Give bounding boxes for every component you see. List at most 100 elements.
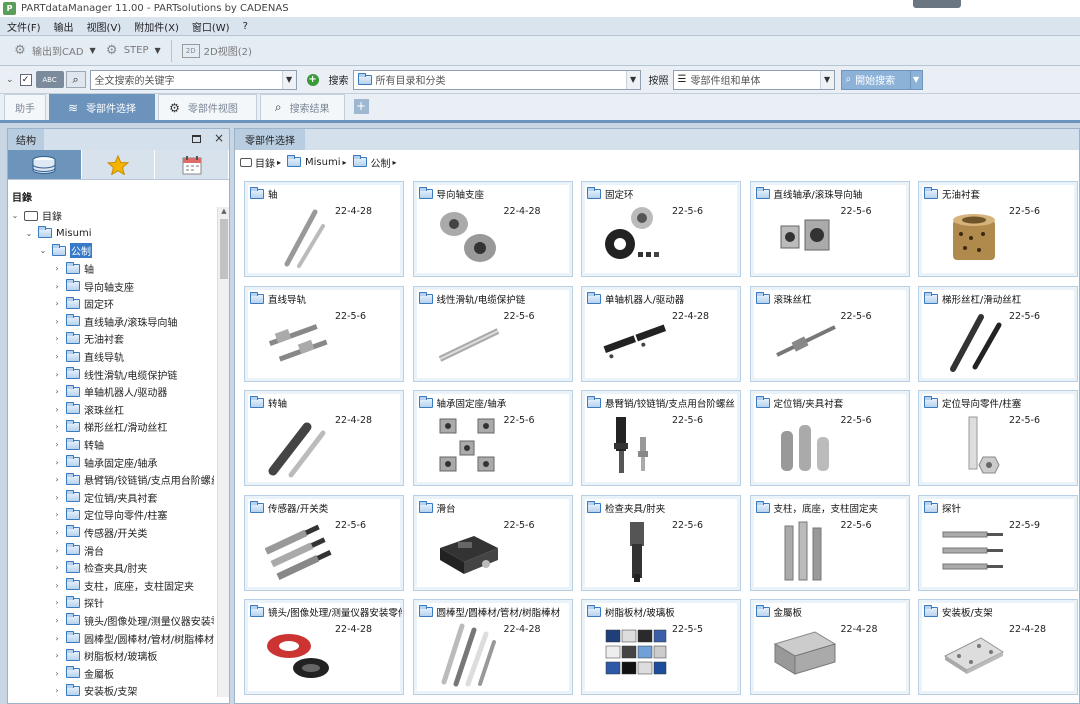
chevron-down-icon[interactable]: ▼ xyxy=(819,70,834,89)
abc-fulltext-toggle[interactable]: ABC xyxy=(35,71,64,88)
chevron-right-icon[interactable]: › xyxy=(52,405,62,414)
tree-item[interactable]: › 树脂板材/玻璃板 xyxy=(8,647,229,665)
part-card[interactable]: 定位导向零件/柱塞 22-5-6 xyxy=(918,390,1078,486)
chevron-right-icon[interactable]: › xyxy=(52,563,62,572)
view2d-button[interactable]: 2D 2D视图(2) xyxy=(178,39,256,63)
tree-item[interactable]: ⌄ 公制 xyxy=(8,242,229,260)
chevron-right-icon[interactable]: › xyxy=(52,264,62,273)
tree-item[interactable]: › 直线轴承/滚珠导向轴 xyxy=(8,313,229,331)
tree-item[interactable]: › 导向轴支座 xyxy=(8,277,229,295)
chevron-down-icon[interactable]: ▼ xyxy=(155,46,161,55)
tree-item[interactable]: › 金屬板 xyxy=(8,664,229,682)
part-card[interactable]: 单轴机器人/驱动器 22-4-28 xyxy=(581,285,741,382)
chevron-down-icon[interactable]: ⌄ xyxy=(38,246,48,255)
magnifier-icon[interactable]: ⌕ xyxy=(65,71,86,88)
chevron-down-icon[interactable]: ⌄ xyxy=(24,229,34,238)
chevron-down-icon[interactable]: ▼ xyxy=(625,70,640,89)
breadcrumb-item[interactable]: 目錄 ▸ xyxy=(240,155,281,170)
chevron-right-icon[interactable]: › xyxy=(52,598,62,607)
chevron-right-icon[interactable]: › xyxy=(52,334,62,343)
part-card[interactable]: 传感器/开关类 22-5-6 xyxy=(244,494,404,591)
part-card[interactable]: 轴承固定座/轴承 22-5-6 xyxy=(412,390,573,486)
tab-part-view[interactable]: ⚙ 零部件视图 xyxy=(158,94,257,120)
search-scope-select[interactable]: ☰ 零部件组和单体 ▼ xyxy=(672,69,835,90)
chevron-right-icon[interactable]: › xyxy=(52,299,62,308)
part-card[interactable]: 安装板/支架 22-4-28 xyxy=(918,599,1078,695)
tree-item[interactable]: › 支柱，底座，支柱固定夹 xyxy=(8,576,229,594)
part-card[interactable]: 滑台 22-5-6 xyxy=(412,494,573,591)
catalog-select[interactable]: 所有目录和分类 ▼ xyxy=(352,69,641,90)
chevron-right-icon[interactable]: › xyxy=(52,387,62,396)
chevron-right-icon[interactable]: › xyxy=(52,686,62,695)
tree-item[interactable]: › 探针 xyxy=(8,594,229,612)
chevron-right-icon[interactable]: › xyxy=(52,669,62,678)
chevron-right-icon[interactable]: › xyxy=(52,440,62,449)
fulltext-search-input[interactable]: 全文搜索的关键字 ▼ xyxy=(89,69,297,90)
tab-part-selection[interactable]: ≋ 零部件选择 xyxy=(49,94,156,120)
chevron-right-icon[interactable]: › xyxy=(52,352,62,361)
part-card[interactable]: 直线导轨 22-5-6 xyxy=(244,285,404,382)
menu-output[interactable]: 输出 xyxy=(54,19,74,34)
menu-view[interactable]: 视图(V) xyxy=(87,19,122,34)
collapse-chevron-icon[interactable]: ⌄ xyxy=(6,75,14,85)
add-search-icon[interactable]: + xyxy=(306,73,319,86)
part-card[interactable]: 固定环 22-5-6 xyxy=(581,181,741,277)
part-card[interactable]: 无油衬套 22-5-6 xyxy=(918,181,1078,277)
chevron-right-icon[interactable]: › xyxy=(52,510,62,519)
tree-item[interactable]: › 梯形丝杠/滑动丝杠 xyxy=(8,418,229,436)
part-card[interactable]: 支柱，底座，支柱固定夹 22-5-6 xyxy=(749,494,910,591)
tab-search-results[interactable]: ⌕ 搜索结果 xyxy=(259,94,345,120)
part-card[interactable]: 金屬板 22-4-28 xyxy=(749,599,910,695)
history-view-button[interactable] xyxy=(155,150,230,179)
tree-item[interactable]: › 滑台 xyxy=(8,541,229,559)
tree-item[interactable]: › 悬臂销/铰链销/支点用台阶螺丝 xyxy=(8,471,229,489)
step-button[interactable]: ⚙ STEP ▼ xyxy=(100,39,165,63)
part-card[interactable]: 检查夹具/肘夹 22-5-6 xyxy=(581,494,741,591)
tree-item[interactable]: ⌄ 目錄 xyxy=(8,207,229,225)
tree-scrollbar[interactable]: ▲ xyxy=(217,207,229,697)
tree-item[interactable]: › 定位导向零件/柱塞 xyxy=(8,506,229,524)
menu-addons[interactable]: 附加件(X) xyxy=(134,19,179,34)
chevron-right-icon[interactable]: › xyxy=(52,493,62,502)
part-card[interactable]: 梯形丝杠/滑动丝杠 22-5-6 xyxy=(918,285,1078,382)
part-card[interactable]: 圆棒型/圆棒材/管材/树脂棒材 22-4-28 xyxy=(412,599,573,695)
tree-item[interactable]: ⌄ Misumi xyxy=(8,225,229,243)
part-card[interactable]: 直线轴承/滚珠导向轴 22-5-6 xyxy=(749,181,910,277)
part-card[interactable]: 定位销/夹具衬套 22-5-6 xyxy=(749,390,910,486)
window-controls[interactable] xyxy=(913,0,961,8)
chevron-right-icon[interactable]: › xyxy=(52,634,62,643)
tree-item[interactable]: › 滚珠丝杠 xyxy=(8,401,229,419)
chevron-right-icon[interactable]: › xyxy=(52,651,62,660)
part-card[interactable]: 转轴 22-4-28 xyxy=(244,390,404,486)
tree-item[interactable]: › 线性滑轨/电缆保护链 xyxy=(8,365,229,383)
part-card[interactable]: 线性滑轨/电缆保护链 22-5-6 xyxy=(412,285,573,382)
tab-assistant[interactable]: 助手 xyxy=(4,94,46,120)
menu-file[interactable]: 文件(F) xyxy=(7,19,41,34)
chevron-down-icon[interactable]: ⌄ xyxy=(10,211,20,220)
chevron-down-icon[interactable]: ▼ xyxy=(909,70,922,89)
start-search-button[interactable]: ⌕ 開始搜索 ▼ xyxy=(840,69,923,90)
part-card[interactable]: 树脂板材/玻璃板 22-5-5 xyxy=(581,599,741,695)
search-checkbox[interactable]: ✓ xyxy=(19,73,32,86)
add-tab-button[interactable]: + xyxy=(353,99,369,114)
scroll-up-icon[interactable]: ▲ xyxy=(218,207,229,219)
tree-item[interactable]: › 镜头/图像处理/测量仪器安装零件 xyxy=(8,612,229,630)
tree-item[interactable]: › 检查夹具/肘夹 xyxy=(8,559,229,577)
chevron-right-icon[interactable]: › xyxy=(52,370,62,379)
close-icon[interactable]: × xyxy=(214,131,224,145)
breadcrumb-item[interactable]: 公制 ▸ xyxy=(352,155,397,170)
tree-item[interactable]: › 圆棒型/圆棒材/管材/树脂棒材 xyxy=(8,629,229,647)
chevron-right-icon[interactable]: › xyxy=(52,475,62,484)
part-card[interactable]: 轴 22-4-28 xyxy=(244,181,404,277)
tree-item[interactable]: › 轴 xyxy=(8,260,229,278)
tree-item[interactable]: › 轴承固定座/轴承 xyxy=(8,453,229,471)
catalog-view-button[interactable] xyxy=(8,150,82,179)
chevron-right-icon[interactable]: › xyxy=(52,282,62,291)
maximize-icon[interactable] xyxy=(192,135,201,143)
menu-help[interactable]: ? xyxy=(243,21,248,32)
chevron-right-icon[interactable]: › xyxy=(52,616,62,625)
tree-item[interactable]: › 安装板/支架 xyxy=(8,682,229,697)
chevron-down-icon[interactable]: ▼ xyxy=(281,70,296,89)
tree-item[interactable]: › 固定环 xyxy=(8,295,229,313)
tree-item[interactable]: › 定位销/夹具衬套 xyxy=(8,489,229,507)
